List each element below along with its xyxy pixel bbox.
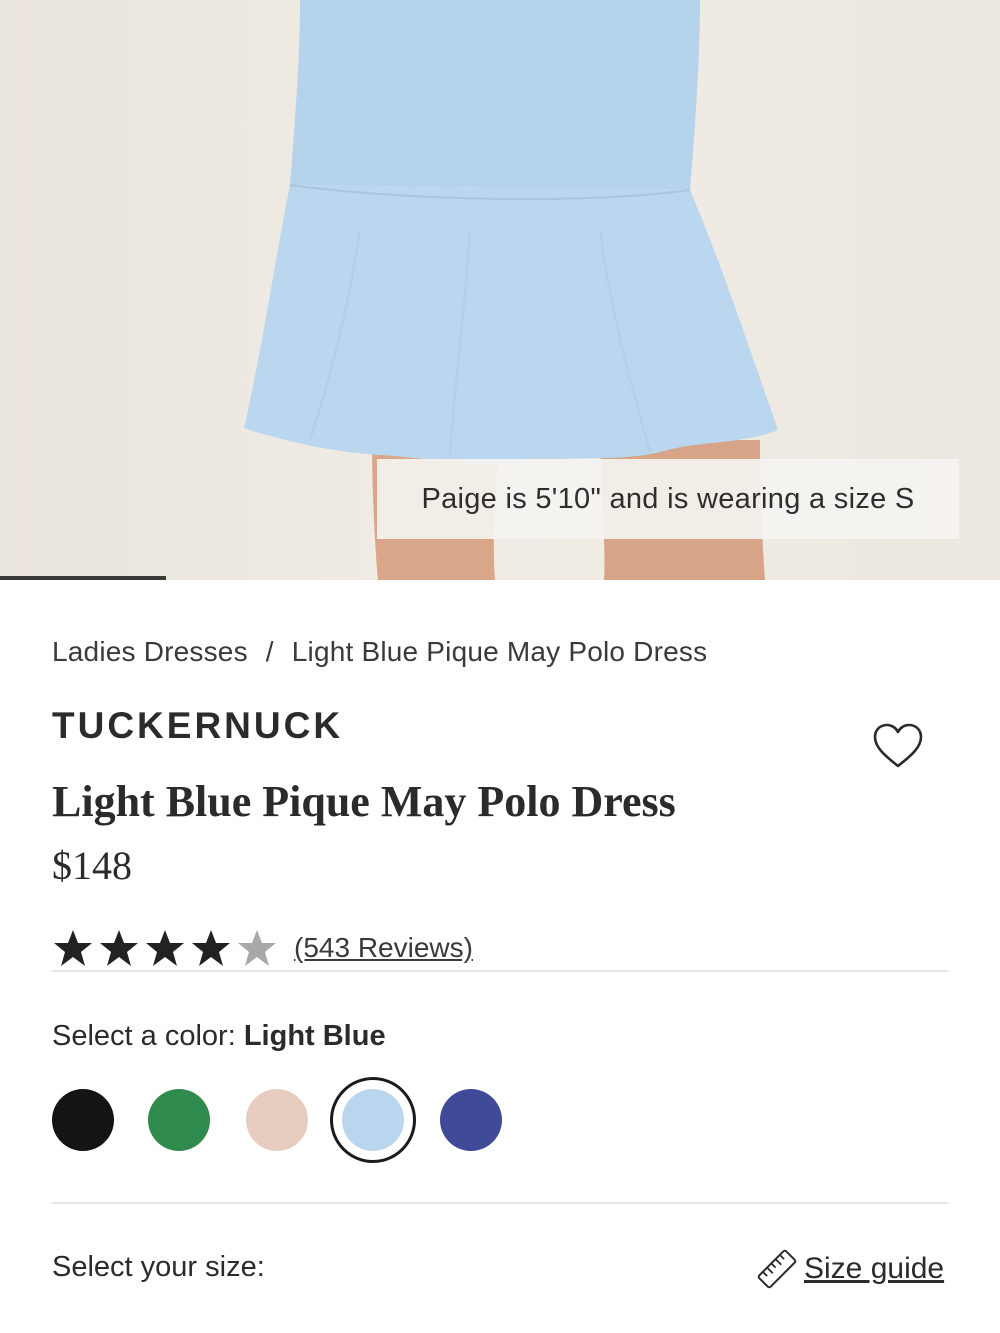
- color-label-text: Select a color:: [52, 1020, 236, 1052]
- rating-summary: (543 Reviews): [52, 924, 473, 972]
- divider: [52, 1202, 948, 1204]
- breadcrumb-item-ladies-dresses[interactable]: Ladies Dresses: [52, 636, 248, 667]
- breadcrumb-item-current: Light Blue Pique May Polo Dress: [291, 636, 708, 667]
- size-guide-label: Size guide: [804, 1252, 945, 1285]
- model-size-caption: Paige is 5'10" and is wearing a size S: [377, 459, 959, 539]
- color-swatch-blush[interactable]: [246, 1089, 308, 1151]
- carousel-progress-fill: [0, 576, 166, 580]
- carousel-progress: [0, 576, 1000, 580]
- selected-color-name: Light Blue: [243, 1020, 386, 1052]
- color-swatch-fill: [342, 1089, 404, 1151]
- color-swatch-green[interactable]: [148, 1089, 210, 1151]
- reviews-link[interactable]: (543 Reviews): [294, 932, 473, 964]
- breadcrumb: Ladies Dresses / Light Blue Pique May Polo…: [52, 636, 707, 668]
- star-rating: [52, 927, 282, 969]
- ruler-icon: [757, 1249, 797, 1289]
- size-guide-link[interactable]: Size guide: [756, 1248, 944, 1290]
- product-title: Light Blue Pique May Polo Dress: [52, 777, 676, 826]
- star-filled-icon: [100, 930, 138, 966]
- star-empty-icon: [238, 930, 276, 966]
- color-swatch-light-blue[interactable]: [330, 1077, 416, 1163]
- star-filled-icon: [54, 930, 92, 966]
- product-price: $148: [52, 843, 132, 888]
- color-label: Select a color: Light Blue: [52, 1020, 386, 1053]
- color-swatches: [50, 1076, 520, 1166]
- star-filled-icon: [146, 930, 184, 966]
- color-swatch-navy[interactable]: [440, 1089, 502, 1151]
- size-label: Select your size:: [52, 1251, 265, 1283]
- product-image[interactable]: Paige is 5'10" and is wearing a size S: [0, 0, 1000, 580]
- heart-outline-icon[interactable]: [872, 722, 924, 770]
- color-swatch-black[interactable]: [52, 1089, 114, 1151]
- brand-name[interactable]: TUCKERNUCK: [52, 705, 343, 747]
- divider: [52, 970, 948, 972]
- breadcrumb-separator: /: [265, 636, 274, 667]
- star-filled-icon: [192, 930, 230, 966]
